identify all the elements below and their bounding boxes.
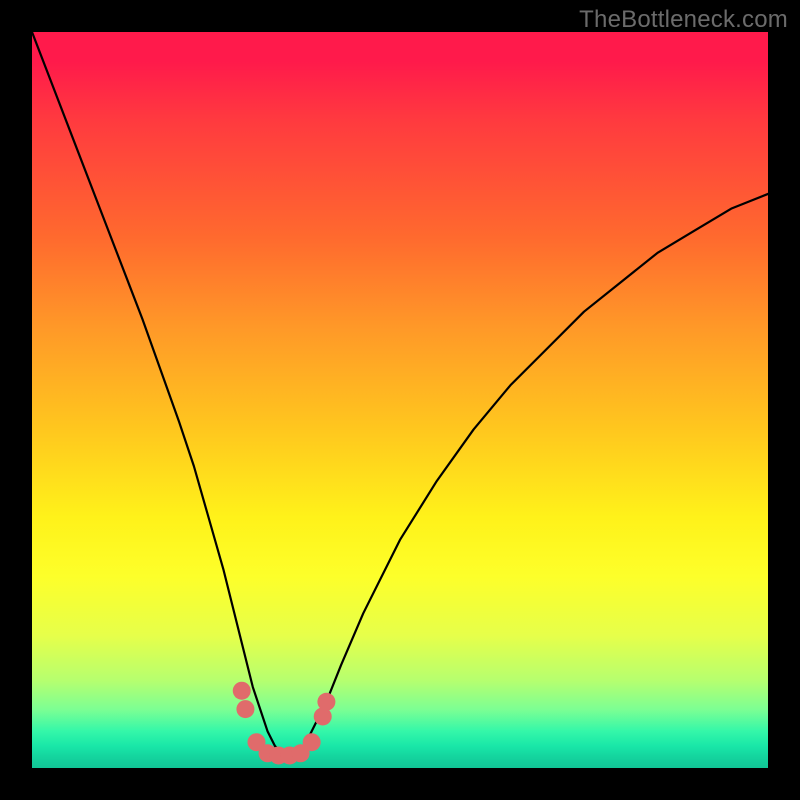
chart-frame: TheBottleneck.com — [0, 0, 800, 800]
plot-area — [32, 32, 768, 768]
watermark-text: TheBottleneck.com — [579, 6, 788, 34]
highlight-dots — [233, 682, 336, 765]
highlight-dot — [233, 682, 251, 700]
bottleneck-curve — [32, 32, 768, 753]
curve-layer — [32, 32, 768, 768]
highlight-dot — [236, 700, 254, 718]
highlight-dot — [303, 733, 321, 751]
highlight-dot — [317, 693, 335, 711]
